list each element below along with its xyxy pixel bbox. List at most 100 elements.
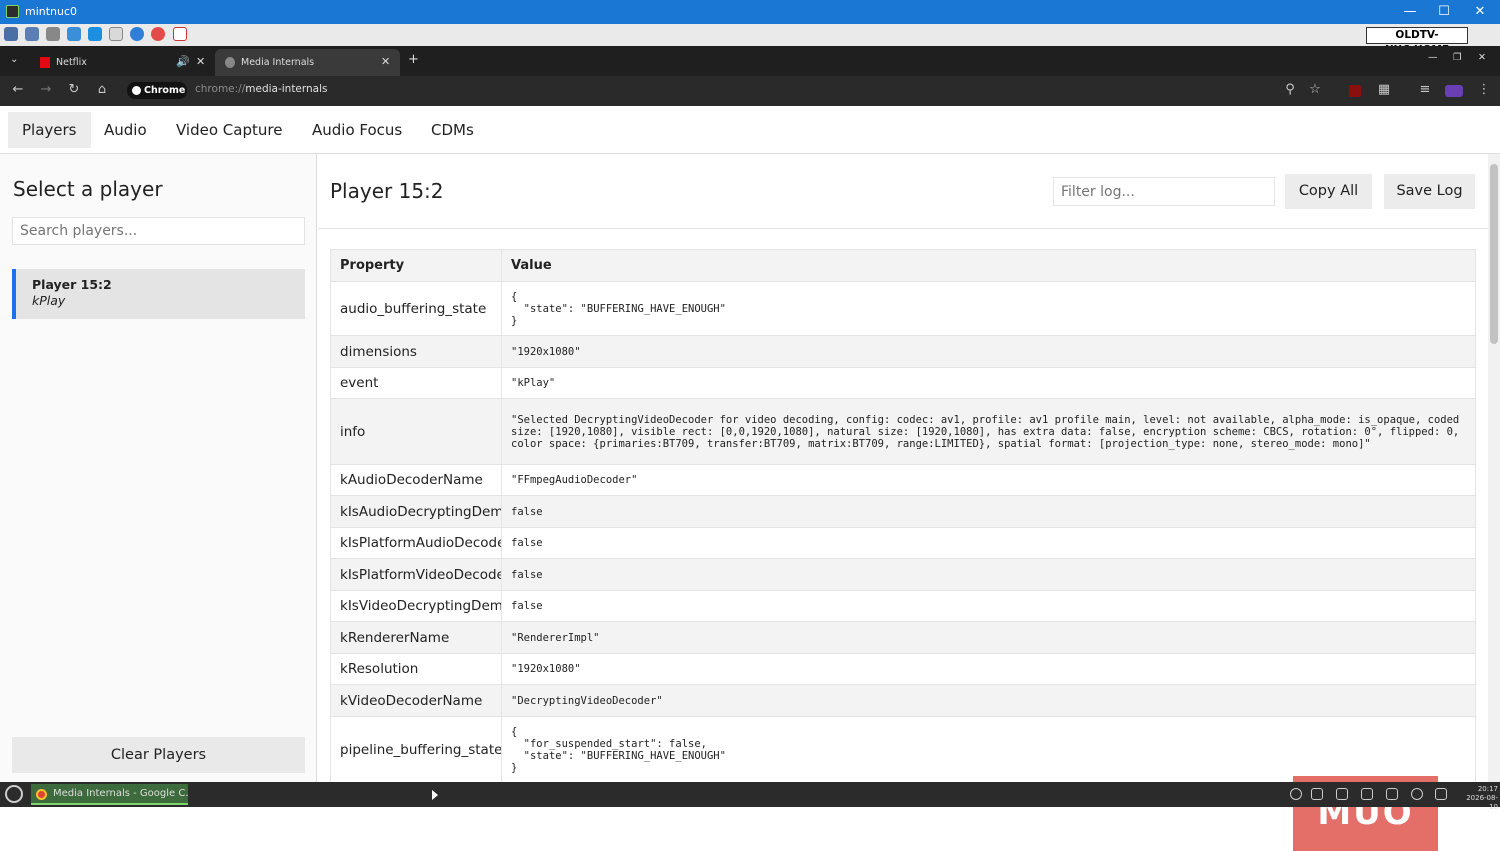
chip-label: Chrome [144, 85, 186, 96]
property-value: "RendererImpl" [501, 621, 1476, 654]
app-icon [6, 5, 19, 18]
close-tab-icon[interactable]: ✕ [381, 55, 390, 68]
chrome-icon [36, 789, 47, 800]
info-icon[interactable] [130, 27, 144, 41]
bookmark-star-icon[interactable]: ☆ [1307, 82, 1323, 98]
file-icon[interactable] [173, 27, 187, 41]
url-scheme: chrome:// [195, 83, 246, 95]
tab-search-icon[interactable]: ⌄ [10, 54, 18, 65]
page-tabs: Players Audio Video Capture Audio Focus … [0, 106, 1500, 154]
fullscreen-icon[interactable] [25, 27, 39, 41]
table-row: pipeline_buffering_state{ "for_suspended… [330, 716, 1476, 783]
home-icon[interactable]: ⌂ [94, 82, 110, 98]
minimize-icon[interactable]: — [1428, 52, 1438, 63]
sidebar-title: Select a player [13, 177, 163, 201]
save-log-button[interactable]: Save Log [1384, 174, 1475, 209]
clipboard-icon[interactable] [109, 27, 123, 41]
property-name: kIsVideoDecryptingDemuxerStream [330, 590, 502, 622]
display-icon[interactable] [1386, 788, 1398, 800]
minimize-button[interactable]: — [1396, 2, 1424, 22]
power-icon[interactable] [1411, 788, 1423, 800]
clock[interactable]: 20:17 2026-08-10 [1462, 785, 1498, 812]
scrollbar[interactable] [1488, 154, 1500, 782]
filter-log-input[interactable] [1053, 177, 1275, 206]
table-row: audio_buffering_state{ "state": "BUFFERI… [330, 281, 1476, 336]
property-name: kAudioDecoderName [330, 464, 502, 496]
table-row: kIsVideoDecryptingDemuxerStreamfalse [330, 590, 1476, 622]
maximize-button[interactable]: ☐ [1430, 2, 1458, 22]
new-tab-icon[interactable]: + [408, 52, 419, 67]
gear-icon[interactable] [46, 27, 60, 41]
search-players-input[interactable] [12, 217, 305, 245]
property-value: "kPlay" [501, 367, 1476, 399]
tab-audio-focus[interactable]: Audio Focus [298, 112, 416, 148]
clear-players-button[interactable]: Clear Players [12, 737, 305, 773]
extension-icon[interactable] [1349, 85, 1361, 97]
tab-strip: ⌄ Netflix 🔊 ✕ Media Internals ✕ + — ❐ ✕ [0, 46, 1500, 76]
reload-icon[interactable]: ↻ [66, 82, 82, 98]
tab-media-internals[interactable]: Media Internals ✕ [215, 49, 400, 76]
property-name: kResolution [330, 653, 502, 685]
table-row: kVideoDecoderName "DecryptingVideoDecoder… [330, 684, 1476, 717]
property-name: pipeline_buffering_state [330, 716, 502, 783]
menu-icon[interactable]: ⋮ [1476, 82, 1492, 98]
property-name: dimensions [330, 335, 502, 368]
player-state: kPlay [32, 293, 66, 308]
column-header: Property [330, 249, 502, 282]
taskbar-app-chrome[interactable]: Media Internals - Google C... [31, 784, 188, 805]
table-header: Property Value [330, 249, 1476, 282]
property-value: false [501, 590, 1476, 622]
table-row: kAudioDecoderName "FFmpegAudioDecoder" [330, 464, 1476, 496]
tab-audio[interactable]: Audio [90, 112, 161, 148]
table-row: kRendererName "RendererImpl" [330, 621, 1476, 654]
tab-netflix[interactable]: Netflix 🔊 ✕ [30, 49, 210, 76]
property-value: "FFmpegAudioDecoder" [501, 464, 1476, 496]
close-button[interactable]: ✕ [1466, 2, 1494, 22]
bluetooth-icon[interactable] [1290, 788, 1302, 800]
restore-icon[interactable]: ❐ [1453, 52, 1462, 63]
settings-icon[interactable] [4, 27, 18, 41]
windows-icon[interactable] [88, 27, 102, 41]
table-row: event "kPlay" [330, 367, 1476, 399]
back-icon[interactable]: ← [10, 82, 26, 98]
forward-icon[interactable]: → [38, 82, 54, 98]
refresh-icon[interactable] [67, 27, 81, 41]
netflix-icon [40, 57, 50, 68]
media-control-icon[interactable]: ≡ [1417, 82, 1433, 98]
scrollbar-thumb[interactable] [1490, 164, 1498, 344]
address-bar[interactable]: chrome://media-internals [195, 83, 328, 95]
copy-all-button[interactable]: Copy All [1285, 174, 1372, 209]
close-icon[interactable]: ✕ [1478, 52, 1486, 63]
taskbar-app-label: Media Internals - Google C... [53, 788, 188, 799]
tab-video-capture[interactable]: Video Capture [162, 112, 296, 148]
volume-icon[interactable] [1435, 788, 1447, 800]
property-name: kIsPlatformVideoDecoder [330, 558, 502, 591]
property-value: "Selected DecryptingVideoDecoder for vid… [501, 398, 1476, 465]
host-label: OLDTV-NUC.HOME [1366, 27, 1468, 56]
close-tab-icon[interactable]: ✕ [196, 55, 205, 68]
property-value: { "for_suspended_start": false, "state":… [501, 716, 1476, 783]
notification-bell-icon[interactable] [1311, 788, 1323, 800]
mouse-cursor-icon [432, 790, 438, 800]
tab-players[interactable]: Players [8, 112, 91, 148]
player-list-item[interactable]: Player 15:2 kPlay [12, 269, 305, 319]
zoom-icon[interactable]: ⚲ [1282, 82, 1298, 98]
globe-icon [225, 57, 235, 68]
property-name: info [330, 398, 502, 465]
extensions-puzzle-icon[interactable]: ▦ [1376, 82, 1392, 98]
property-name: kIsAudioDecryptingDemuxerStream [330, 495, 502, 528]
property-name: audio_buffering_state [330, 281, 502, 336]
properties-table: Property Value audio_buffering_state{ "s… [330, 249, 1476, 783]
profile-icon[interactable] [1445, 85, 1463, 97]
table-row: dimensions "1920x1080" [330, 335, 1476, 368]
start-menu-icon[interactable] [5, 785, 23, 803]
toolbar: ← → ↻ ⌂ Chrome chrome://media-internals … [0, 76, 1500, 106]
shield-icon[interactable] [1336, 788, 1348, 800]
disconnect-icon[interactable] [151, 27, 165, 41]
table-row: kIsAudioDecryptingDemuxerStreamfalse [330, 495, 1476, 528]
clipboard-icon[interactable] [1361, 788, 1373, 800]
chrome-chip[interactable]: Chrome [127, 82, 187, 99]
tab-title: Netflix [56, 57, 87, 68]
tab-cdms[interactable]: CDMs [417, 112, 488, 148]
table-row: kIsPlatformAudioDecoder false [330, 527, 1476, 559]
